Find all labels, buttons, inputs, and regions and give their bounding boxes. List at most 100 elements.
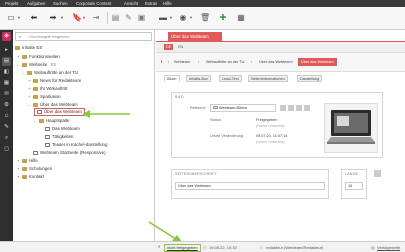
tasks-icon[interactable]: ✎	[2, 123, 11, 132]
menu-tasks[interactable]: Aufgaben	[27, 0, 45, 7]
menu-help[interactable]: Hilfe	[163, 0, 172, 7]
breadcrumb-current[interactable]: Über das Webteam	[298, 58, 337, 66]
open-icon[interactable]	[288, 105, 294, 111]
tab-seiteninformationen[interactable]: Seiteninformationen	[248, 75, 288, 82]
add-plus-icon[interactable]: ✚	[218, 13, 228, 23]
breadcrumb-item[interactable]: Webauftritte an der TU	[206, 58, 244, 66]
tree-item[interactable]: Webteam Startseite (Responsive)	[33, 149, 106, 156]
tree-item[interactable]: Tätigkeiten	[45, 133, 73, 140]
menu-search[interactable]: Suchen	[53, 0, 68, 7]
menu-extras[interactable]: Extras	[145, 0, 157, 7]
media-store-icon[interactable]: ◧	[2, 68, 11, 77]
forward-caret-icon[interactable]: ▼	[60, 13, 64, 23]
global-settings-icon[interactable]: ⚙	[2, 101, 11, 110]
edit-reference-icon[interactable]	[296, 105, 302, 111]
content-store-icon[interactable]: ▸	[2, 46, 11, 55]
breadcrumb-sep-icon: ›	[251, 60, 253, 64]
menu-corporate-content[interactable]: Corporate Content	[76, 0, 111, 7]
left-icon-rail: ◈ ▸ ▤ ◧ ▦ ✉ ⚙ ☺ ✎ ⌕ ◻	[0, 30, 13, 241]
back-arrow-icon[interactable]: ⬅	[28, 13, 40, 23]
display-caret-icon[interactable]: ▼	[169, 13, 173, 23]
tab-lead-text[interactable]: Lead-Text	[219, 75, 242, 82]
release-status-link[interactable]: nicht freigegeben	[164, 244, 201, 252]
referenz-field[interactable]: Webteam-Bühne	[210, 104, 276, 112]
referenz-label: Referenz	[190, 106, 206, 110]
delete-trash-icon[interactable]: 🗑	[200, 13, 210, 23]
data-sources-icon[interactable]: ▦	[2, 79, 11, 88]
lock-icon[interactable]: ▤	[111, 13, 120, 23]
page-heading-field[interactable]: Über das Webteam	[175, 182, 325, 190]
tree-item[interactable]: Das Webteam	[45, 125, 80, 132]
preview-eye-icon[interactable]: ◉	[178, 13, 188, 23]
form-icon[interactable]: ▣	[137, 13, 146, 23]
navigation-tree-panel: ⌕ <Suchbegriff eingeben> Inhalte ES + Fun…	[13, 30, 155, 241]
user-icon: ☺	[259, 245, 264, 250]
tree-item[interactable]: + Schulungen	[17, 165, 52, 172]
site-store-icon[interactable]: ▤	[2, 57, 11, 66]
tree-item[interactable]: – Hauptspalte	[34, 117, 69, 124]
tab-inhalts-box[interactable]: Inhalts-Box	[186, 75, 211, 82]
lang-en-button[interactable]: EN	[176, 44, 185, 50]
folder-icon	[22, 174, 27, 179]
new-page-caret-icon[interactable]: ▼	[17, 13, 21, 23]
status-user: (Name redacted)	[256, 124, 285, 128]
tree-item[interactable]: + Sparkasse	[28, 93, 61, 100]
menu-view[interactable]: Ansicht	[124, 0, 138, 7]
users-icon[interactable]: ☺	[2, 112, 11, 121]
search-results-icon[interactable]: ⌕	[2, 134, 11, 143]
image-card: BILD Referenz Webteam-Bühne Status Freig…	[171, 92, 383, 158]
display-icon[interactable]: ▬	[158, 13, 168, 23]
length-checkbox[interactable]	[374, 170, 381, 177]
breadcrumb-sep-icon: ›	[292, 60, 294, 64]
browse-icon[interactable]	[280, 105, 286, 111]
bookmark-caret-icon[interactable]: ▼	[82, 13, 86, 23]
tree-item[interactable]: Inhalte ES	[15, 44, 42, 51]
tree-item[interactable]: – Webauftritte an der TU	[22, 69, 78, 76]
tree-item[interactable]: – Über das Webteam	[28, 101, 78, 108]
breadcrumb-sep-icon: ›	[168, 60, 170, 64]
tab-darstellung[interactable]: Darstellung	[297, 75, 323, 82]
status-label: Status	[210, 118, 221, 122]
tree-item[interactable]: + Funktionsseiten	[17, 53, 60, 60]
tree-item[interactable]: + Hilfe	[17, 157, 38, 164]
forward-arrow-icon[interactable]: ➡	[47, 13, 59, 23]
home-icon[interactable]: ◖	[160, 58, 163, 66]
template-store-icon[interactable]: ✉	[2, 90, 11, 99]
preview-caret-icon[interactable]: ▼	[189, 13, 193, 23]
breadcrumb: ◖ › Webteam › Webauftritte an der TU › Ü…	[156, 53, 405, 72]
language-row: DE EN	[156, 42, 405, 53]
page-icon	[37, 109, 42, 114]
new-page-icon[interactable]: ▭	[6, 13, 16, 23]
folder-icon	[33, 86, 38, 91]
tree-item[interactable]: + Kontakt	[17, 173, 44, 180]
folder-icon	[22, 62, 27, 67]
editor-title-tab[interactable]: Über das Webteam	[168, 32, 222, 41]
tab-bilder[interactable]: Bilder	[164, 75, 180, 82]
breadcrumb-item[interactable]: Webteam	[174, 58, 190, 66]
release-icon[interactable]: ▦	[236, 13, 246, 23]
menu-project[interactable]: Projekt	[5, 0, 18, 7]
edit-icon[interactable]: ✎	[124, 13, 133, 23]
firstspirit-logo-icon: ◈	[2, 32, 11, 41]
annotation-arrow-icon	[82, 110, 130, 118]
breadcrumb-item[interactable]: Über das Webteam	[259, 58, 292, 66]
image-preview[interactable]	[324, 103, 378, 153]
tree-item[interactable]: + News für Redakteure	[28, 77, 81, 84]
tree-item-selected[interactable]: Über das Webteam	[34, 108, 85, 116]
bookmark-icon[interactable]: 🔖	[72, 13, 82, 23]
tree-item[interactable]: Teaser in Kachel-darstellung	[45, 141, 107, 148]
laptop-image-icon	[327, 110, 375, 144]
tree-search-input[interactable]: ⌕ <Suchbegriff eingeben>	[15, 32, 152, 41]
tree-item[interactable]: + Ihr Wirkauftritt	[28, 85, 67, 92]
warning-icon: ◐	[158, 244, 162, 250]
language-badge: ES	[50, 62, 57, 67]
page-icon	[45, 134, 50, 139]
lang-de-button[interactable]: DE	[164, 44, 174, 50]
export-icon[interactable]: ⇥	[91, 13, 101, 23]
length-field[interactable]: 16	[345, 182, 363, 190]
clear-reference-icon[interactable]	[304, 105, 310, 111]
follow-page-link[interactable]: Verfolgeseite	[377, 244, 400, 251]
folder-icon	[33, 94, 38, 99]
reports-icon[interactable]: ◻	[2, 145, 11, 154]
tree-item[interactable]: – Webseite ES	[17, 61, 56, 68]
